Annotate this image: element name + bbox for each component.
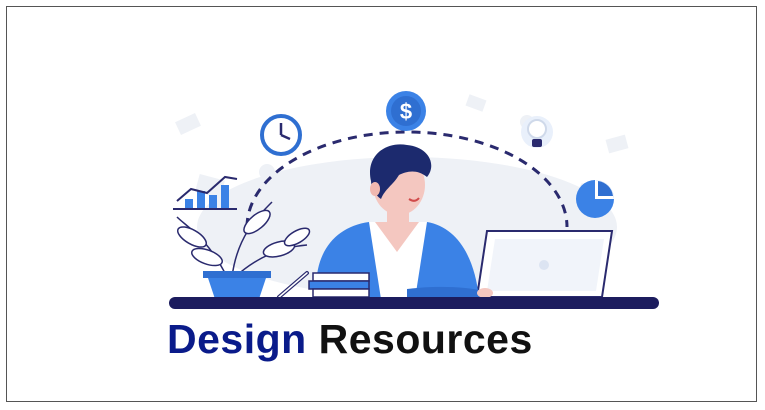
design-illustration: $ xyxy=(169,91,659,309)
laptop-icon xyxy=(475,230,614,298)
banner-frame: $ Design Resources xyxy=(6,6,757,402)
title-word-design: Design xyxy=(167,316,307,362)
title-word-resources: Resources xyxy=(318,316,533,362)
desk xyxy=(169,297,659,309)
clock-icon xyxy=(260,114,302,156)
banner-title: Design Resources xyxy=(167,319,533,360)
lightbulb-icon xyxy=(521,116,553,148)
dollar-icon: $ xyxy=(386,91,426,131)
svg-text:$: $ xyxy=(400,99,412,124)
pie-chart-icon xyxy=(576,180,614,218)
